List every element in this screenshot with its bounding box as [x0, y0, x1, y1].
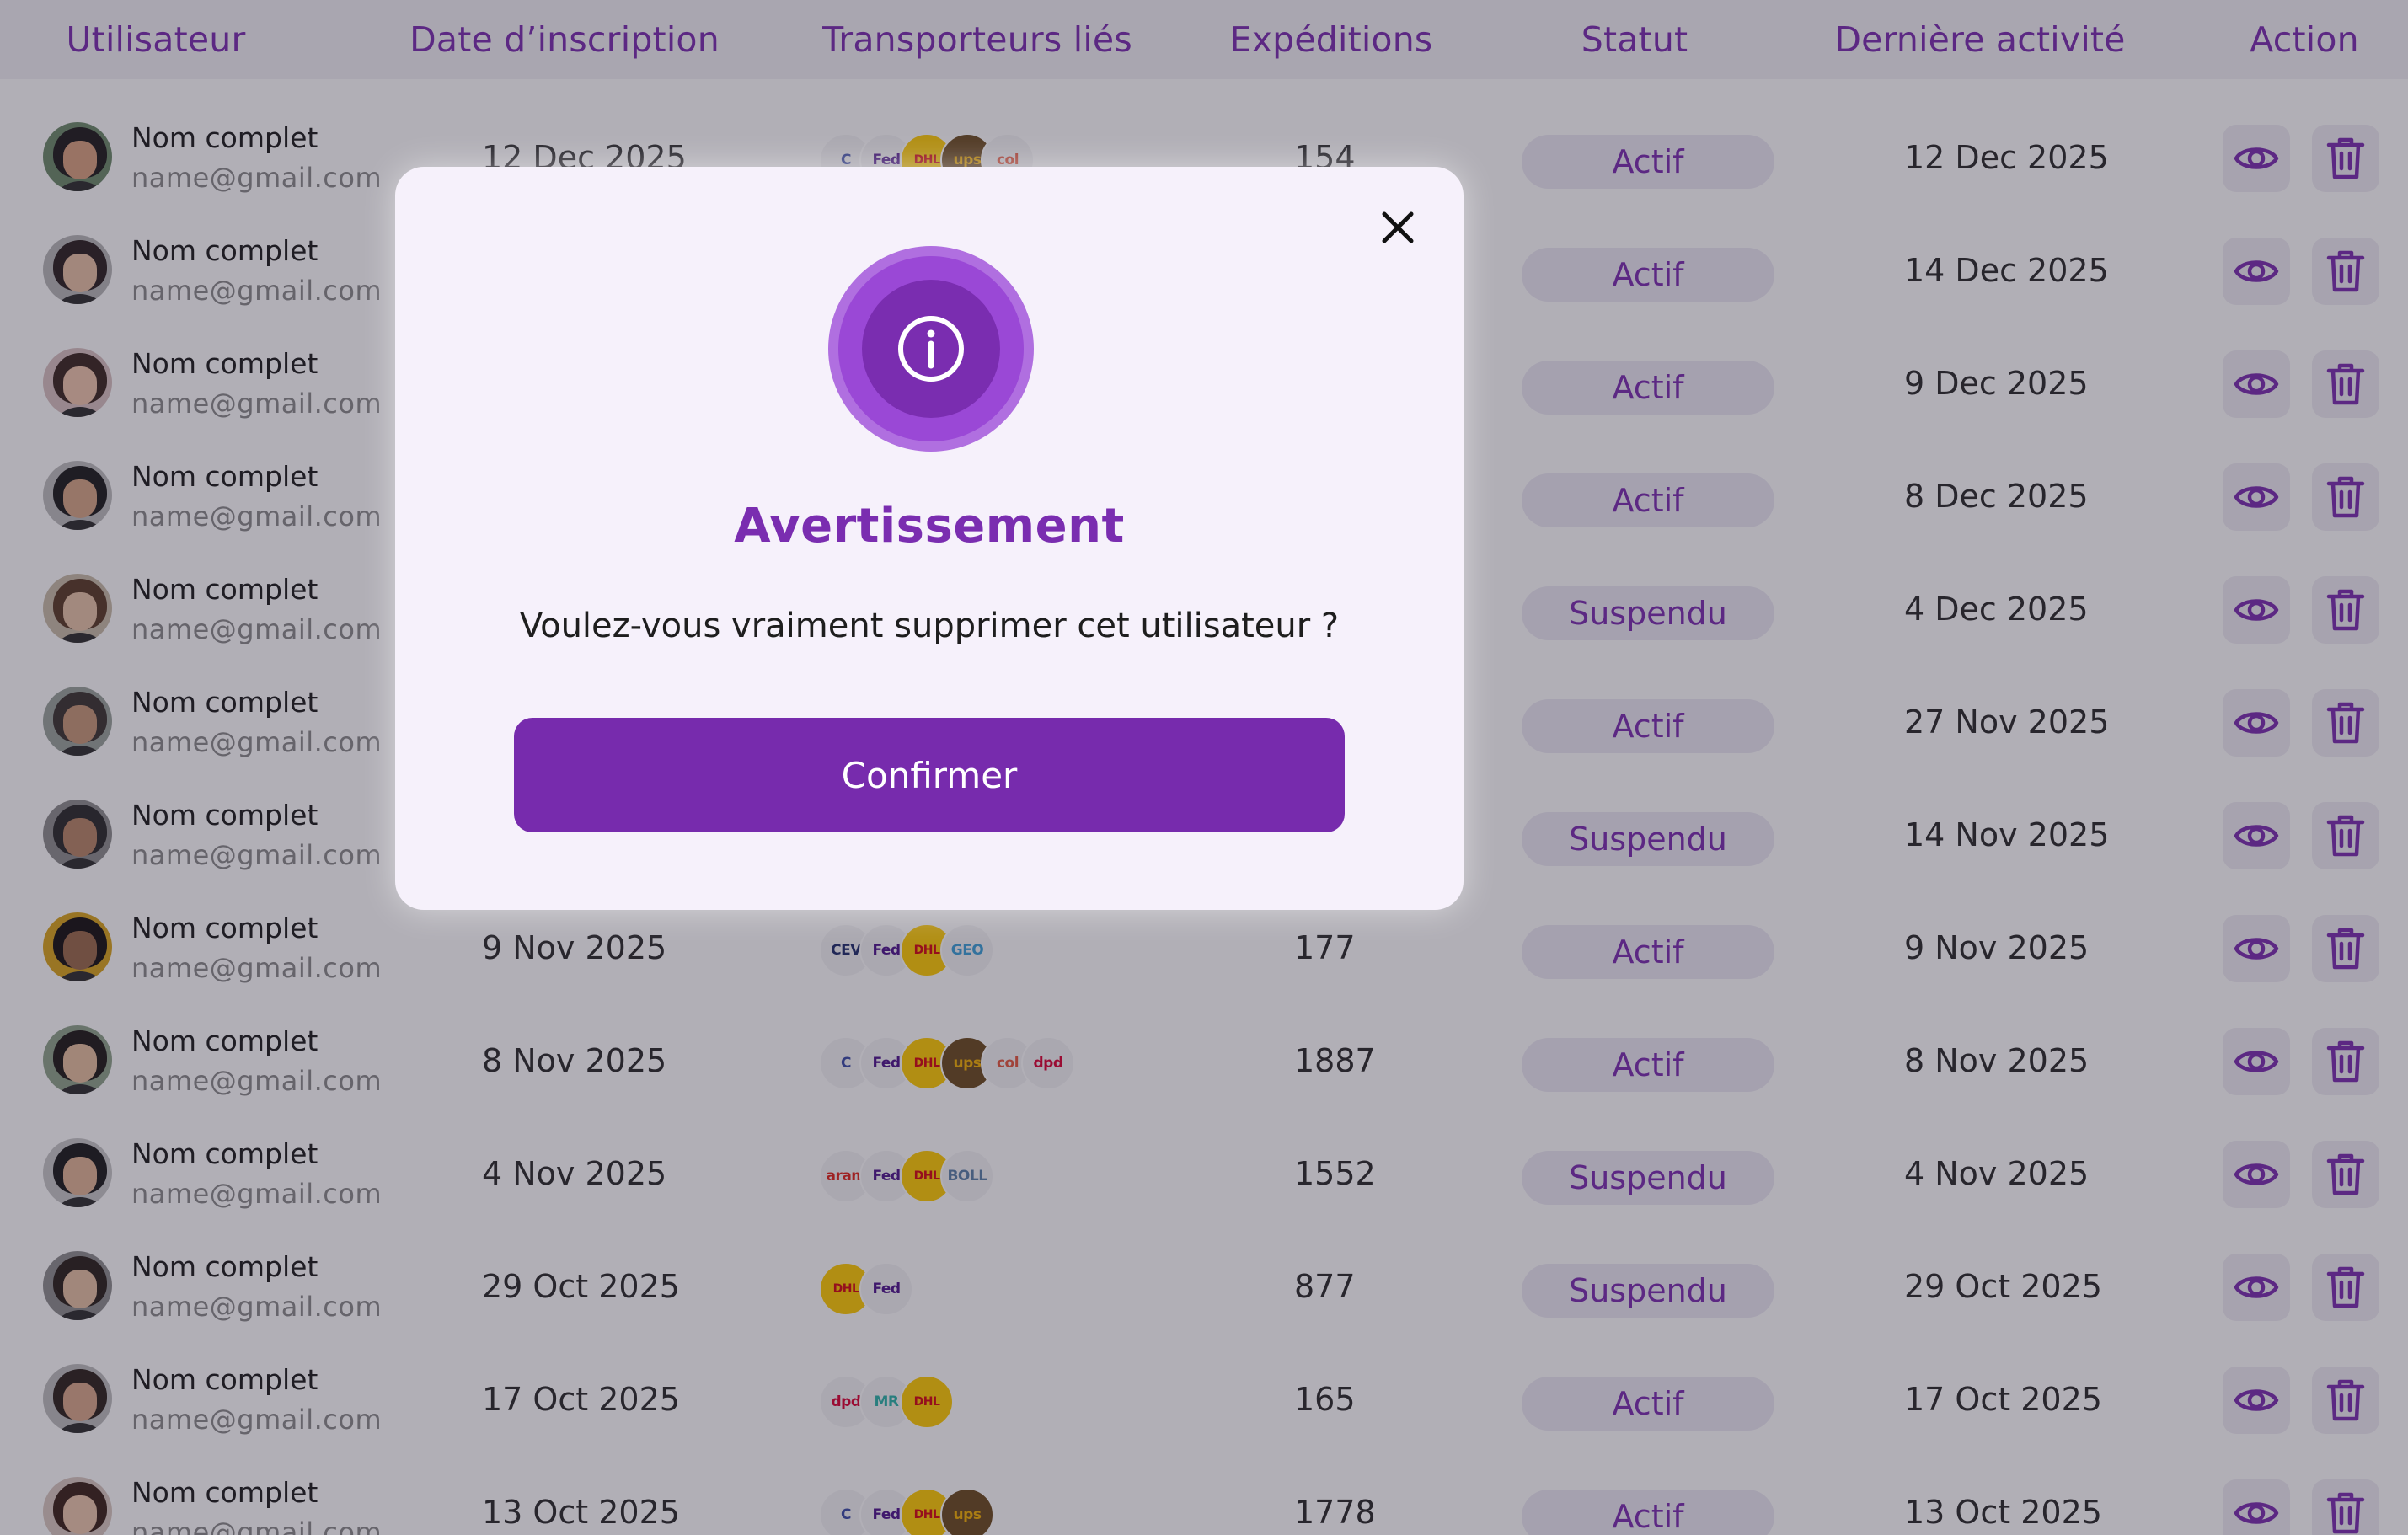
- info-badge: [828, 246, 1034, 452]
- close-icon: [1382, 211, 1414, 243]
- warning-modal: Avertissement Voulez-vous vraiment suppr…: [395, 167, 1464, 910]
- modal-title: Avertissement: [734, 499, 1125, 554]
- modal-message: Voulez-vous vraiment supprimer cet utili…: [519, 607, 1340, 645]
- close-button[interactable]: [1373, 202, 1423, 253]
- confirm-button[interactable]: Confirmer: [514, 718, 1345, 832]
- info-icon: [898, 316, 964, 382]
